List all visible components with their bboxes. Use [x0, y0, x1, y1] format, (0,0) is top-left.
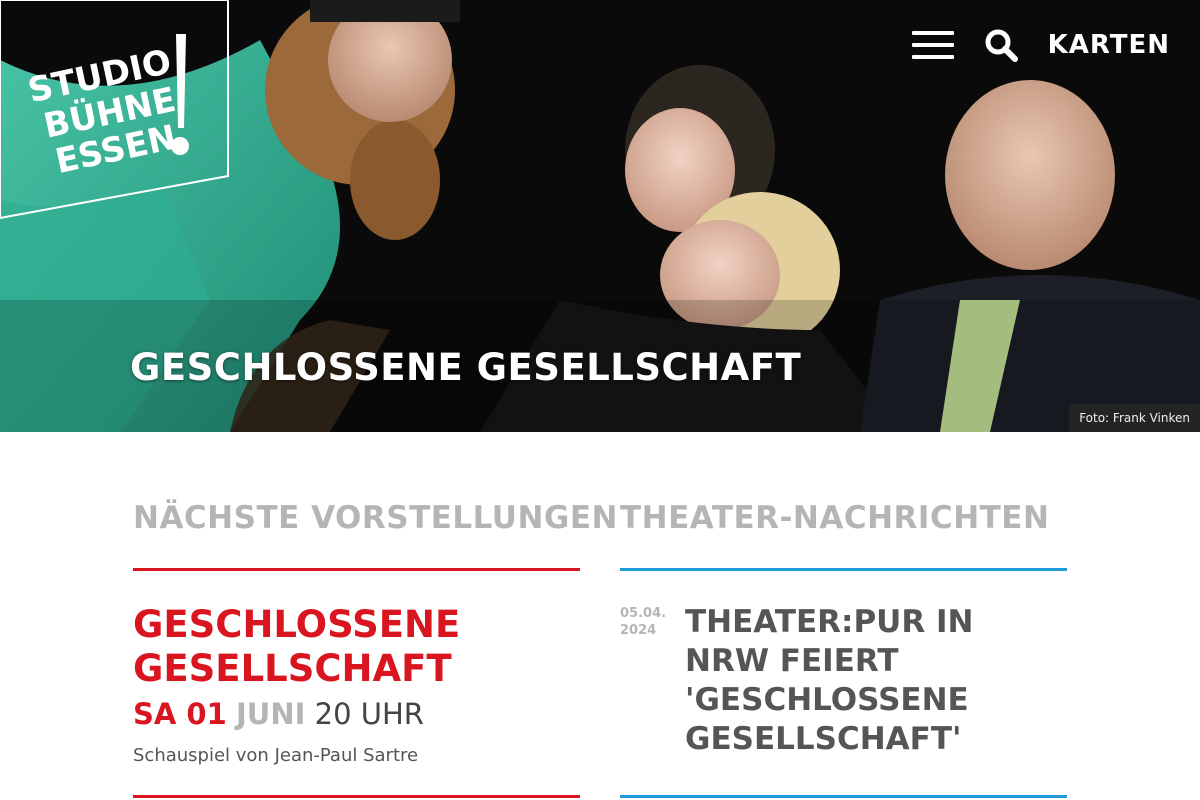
performance-day: SA 01: [133, 697, 227, 731]
performance-item: GESCHLOSSENE GESELLSCHAFT SA 01 JUNI 20 …: [133, 603, 580, 766]
theater-news-section: THEATER-NACHRICHTEN 05.04. 2024 THEATER:…: [620, 500, 1067, 798]
news-title[interactable]: THEATER:PUR IN NRW FEIERT 'GESCHLOSSENE …: [685, 603, 1067, 759]
performance-subtitle: Schauspiel von Jean-Paul Sartre: [133, 745, 419, 766]
performance-month: JUNI: [236, 697, 306, 731]
news-date-day: 05.04.: [620, 606, 667, 621]
divider-blue: [620, 568, 1067, 571]
divider-red-bottom: [133, 795, 580, 798]
upcoming-performances-section: NÄCHSTE VORSTELLUNGEN GESCHLOSSENE GESEL…: [133, 500, 618, 798]
hero-title[interactable]: GESCHLOSSENE GESELLSCHAFT: [130, 346, 801, 389]
section-heading-performances: NÄCHSTE VORSTELLUNGEN: [133, 500, 618, 536]
news-item: 05.04. 2024 THEATER:PUR IN NRW FEIERT 'G…: [620, 603, 1067, 759]
tickets-link[interactable]: KARTEN: [1048, 30, 1170, 60]
news-date-year: 2024: [620, 623, 657, 638]
performance-title[interactable]: GESCHLOSSENE GESELLSCHAFT: [133, 603, 580, 691]
top-navigation: KARTEN: [911, 28, 1170, 62]
hero-banner: STUDIO BÜHNE ESSEN KARTEN GESCHLOSSENE G…: [0, 0, 1200, 432]
section-heading-news: THEATER-NACHRICHTEN: [620, 500, 1050, 536]
divider-red: [133, 568, 580, 571]
hamburger-menu-icon[interactable]: [911, 28, 954, 62]
performance-date: SA 01 JUNI 20 UHR: [133, 697, 580, 731]
photo-credit: Foto: Frank Vinken: [1069, 404, 1200, 432]
divider-blue-bottom: [620, 795, 1067, 798]
search-icon[interactable]: [984, 28, 1018, 62]
performance-time: 20 UHR: [314, 697, 424, 731]
news-date: 05.04. 2024: [620, 603, 685, 759]
studio-buehne-essen-logo[interactable]: STUDIO BÜHNE ESSEN: [0, 0, 232, 220]
